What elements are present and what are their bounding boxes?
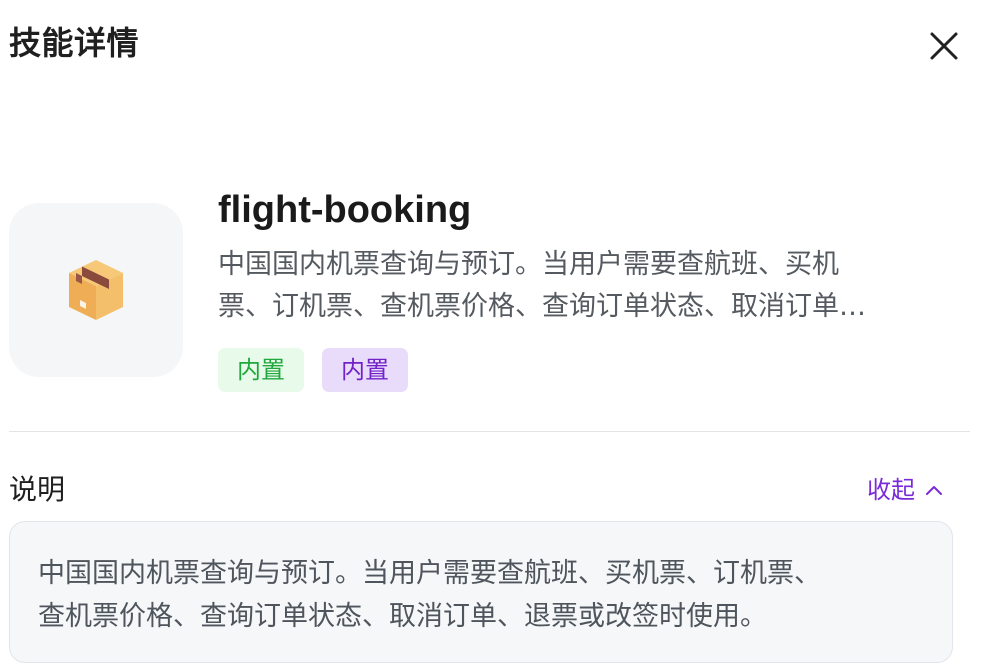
chevron-up-icon [926,486,942,495]
description-text: 中国国内机票查询与预订。当用户需要查航班、买机票、订机票、 查机票价格、查询订单… [38,552,924,638]
collapse-button[interactable]: 收起 [867,472,943,508]
panel-title: 技能详情 [9,24,140,62]
skill-tags: 内置 内置 [218,348,408,392]
divider [9,431,970,432]
close-icon [930,32,958,60]
description-section-title: 说明 [9,473,66,506]
description-line: 中国国内机票查询与预订。当用户需要查航班、买机票、订机票、 [38,558,821,589]
package-box-icon [69,260,123,320]
builtin-tag: 内置 [322,348,408,392]
skill-summary-line: 票、订机票、查机票价格、查询订单状态、取消订单… [218,291,866,322]
close-button[interactable] [922,24,966,68]
skill-name: flight-booking [218,189,472,231]
description-box: 中国国内机票查询与预订。当用户需要查航班、买机票、订机票、 查机票价格、查询订单… [9,521,953,663]
skill-summary-line: 中国国内机票查询与预订。当用户需要查航班、买机 [218,249,839,280]
description-line: 查机票价格、查询订单状态、取消订单、退票或改签时使用。 [38,601,767,632]
skill-icon-container [9,203,183,377]
skill-summary: 中国国内机票查询与预订。当用户需要查航班、买机 票、订机票、查机票价格、查询订单… [218,244,958,328]
skill-detail-panel: 技能详情 flight-booking 中国国内机票查询与预订。当用户需要查航班… [0,0,993,665]
builtin-tag: 内置 [218,348,304,392]
collapse-button-label: 收起 [867,476,915,504]
